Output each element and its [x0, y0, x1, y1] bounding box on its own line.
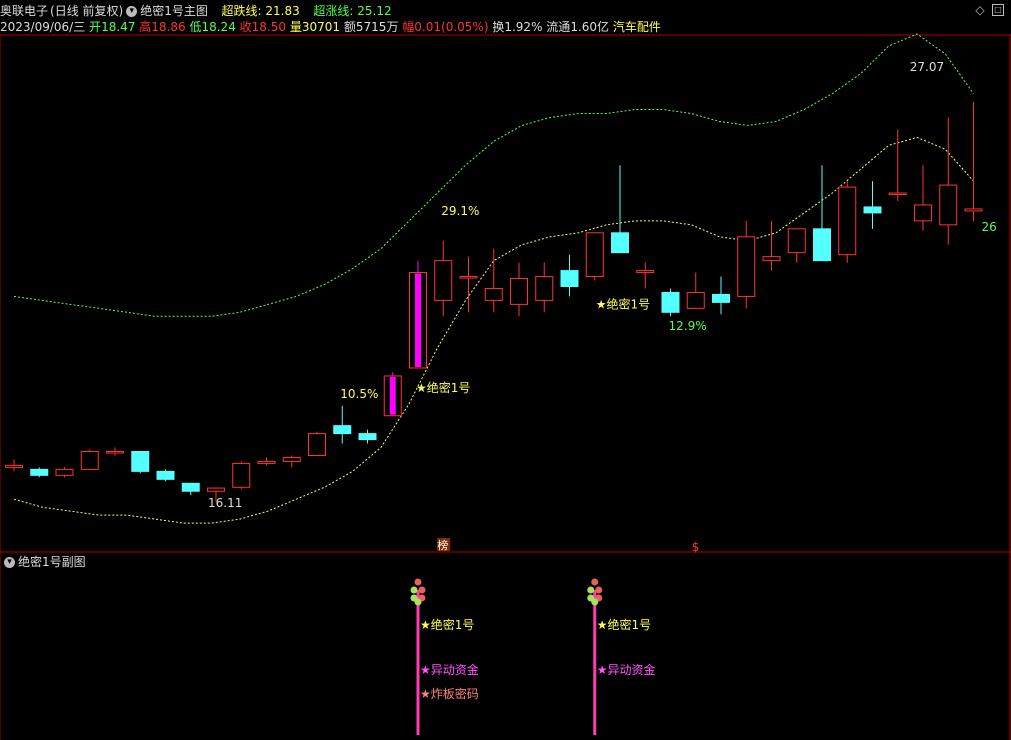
candle-body: [787, 228, 806, 254]
candlestick-chart[interactable]: 27.0716.112610.5%29.1%12.9%★绝密1号★绝密1号榜 $★…: [0, 0, 1011, 740]
candle-body: [333, 425, 352, 435]
candle-body: [207, 487, 225, 492]
candle-body: [308, 433, 326, 456]
lower-band-line: [13, 136, 974, 524]
candle-body: [888, 192, 907, 196]
signal-dot: [410, 586, 418, 594]
candle-body: [181, 482, 200, 492]
candle-body-fill: [415, 273, 421, 367]
signal-dot: [414, 578, 422, 586]
candle-body: [939, 184, 958, 226]
candle-body: [762, 256, 781, 262]
candle-body: [535, 276, 554, 301]
candle-body: [282, 456, 301, 462]
sub-chart-title[interactable]: 绝密1号副图: [18, 555, 86, 569]
candle-body: [585, 232, 604, 278]
signal-label: ★绝密1号: [597, 617, 651, 632]
signal-label: ★炸板密码: [420, 686, 479, 701]
signal-dot: [414, 598, 422, 606]
candle-body: [30, 468, 49, 476]
candle-body: [106, 450, 124, 454]
signal-label: ★异动资金: [597, 662, 656, 677]
chevron-circle-icon[interactable]: ▾: [4, 557, 15, 568]
candle-body: [914, 204, 932, 222]
signal-dot: [591, 598, 599, 606]
signal-label: ★异动资金: [420, 662, 479, 677]
candle-body: [484, 287, 503, 301]
candle-body: [863, 206, 882, 214]
candle-body: [661, 291, 680, 313]
candle-body: [131, 450, 150, 472]
signal-dot: [418, 586, 426, 594]
candle-body: [510, 278, 528, 305]
candle-body: [5, 464, 23, 468]
candle-body: [358, 433, 377, 441]
pct-label-1: 10.5%: [340, 387, 378, 401]
badge-dollar-text: $: [692, 540, 700, 554]
pct-label-3: 12.9%: [669, 319, 707, 333]
candle-body: [232, 462, 251, 488]
candle-body: [434, 260, 453, 301]
last-label: 26: [982, 220, 997, 234]
candle-body: [55, 468, 74, 476]
signal-dot: [595, 586, 603, 594]
signal-label-2: ★绝密1号: [596, 296, 650, 311]
sub-chart-header: ▾ 绝密1号副图: [4, 554, 86, 570]
badge-rank-text: 榜: [437, 538, 448, 552]
candle-body: [156, 470, 175, 480]
candle-body: [611, 232, 629, 254]
signal-dot: [591, 578, 599, 586]
candle-body: [813, 228, 831, 262]
candle-body: [80, 450, 99, 470]
candle-body: [636, 270, 655, 274]
candle-body: [964, 208, 983, 212]
high-label: 27.07: [910, 60, 944, 74]
candle-body: [257, 460, 276, 464]
candle-body: [686, 291, 705, 309]
low-label: 16.11: [208, 496, 242, 510]
candle-body: [712, 293, 730, 303]
candle-body-fill: [389, 376, 396, 415]
candle-body: [560, 270, 579, 287]
candle-body: [838, 186, 857, 256]
pct-label-2: 29.1%: [441, 204, 479, 218]
signal-label: ★绝密1号: [420, 617, 474, 632]
signal-dot: [587, 586, 595, 594]
candle-body: [737, 236, 756, 297]
candle-body: [459, 276, 478, 279]
signal-label-1: ★绝密1号: [416, 380, 470, 395]
